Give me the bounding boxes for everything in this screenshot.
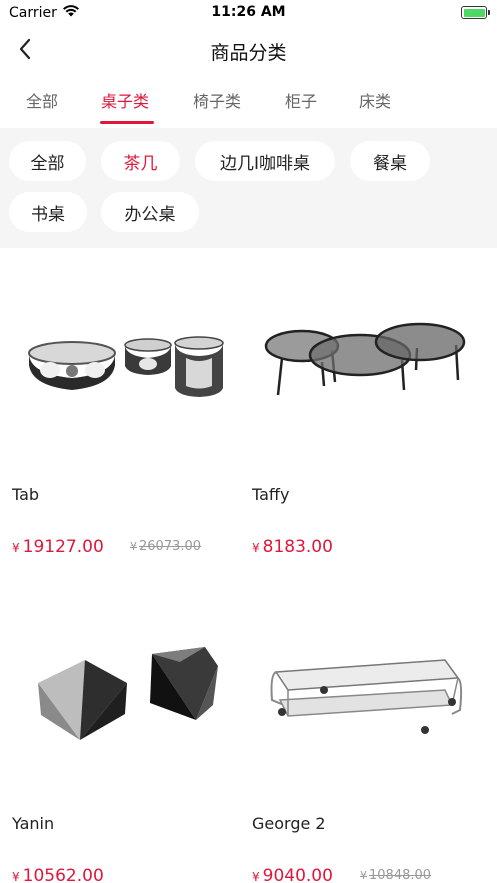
price-value: 19127.00 [22,537,104,557]
product-price: ¥19127.00 [12,537,104,557]
currency-symbol: ¥ [252,541,260,555]
product-name: George 2 [252,814,326,833]
active-tab-indicator [100,121,154,124]
price-value: 9040.00 [262,866,333,883]
status-time: 11:26 AM [211,4,286,20]
product-name: Taffy [252,485,290,504]
product-card-taffy[interactable]: Taffy ¥8183.00 [240,260,480,570]
currency-symbol: ¥ [130,540,137,553]
product-original-price: ¥26073.00 [130,539,201,554]
tab-beds[interactable]: 床类 [359,88,391,112]
page-title: 商品分类 [210,42,287,64]
price-value: 8183.00 [262,537,333,557]
currency-symbol: ¥ [360,869,367,882]
product-image [270,659,463,734]
original-price-value: 26073.00 [139,539,202,554]
product-name: Tab [12,485,40,504]
chip-office-desk[interactable]: 办公桌 [101,192,199,232]
currency-symbol: ¥ [12,870,20,883]
product-price: ¥10562.00 [12,866,104,883]
price-value: 10562.00 [22,866,104,883]
tab-cabinets[interactable]: 柜子 [285,88,317,112]
product-image [264,322,466,396]
product-image [28,336,224,397]
status-bar: Carrier 11:26 AM [0,0,497,26]
product-card-george-2[interactable]: George 2 ¥9040.00 ¥10848.00 [240,590,480,883]
tab-all[interactable]: 全部 [26,88,58,112]
chip-side-table[interactable]: 边几I咖啡桌 [195,141,335,181]
product-image [38,647,218,740]
chip-all[interactable]: 全部 [9,141,86,181]
original-price-value: 10848.00 [369,868,432,883]
currency-symbol: ¥ [12,541,20,555]
product-original-price: ¥10848.00 [360,868,431,883]
product-price: ¥9040.00 [252,866,333,883]
chip-coffee-table[interactable]: 茶几 [101,141,180,181]
tab-chairs[interactable]: 椅子类 [193,88,241,112]
product-price: ¥8183.00 [252,537,333,557]
chip-desk[interactable]: 书桌 [9,192,87,232]
chip-dining-table[interactable]: 餐桌 [350,141,430,181]
navigation-bar: 商品分类 [0,26,497,76]
product-card-yanin[interactable]: Yanin ¥10562.00 [0,590,240,883]
category-tabs: 全部 桌子类 椅子类 柜子 床类 [0,76,497,128]
product-name: Yanin [12,814,55,833]
subcategory-panel: 全部 茶几 边几I咖啡桌 餐桌 书桌 办公桌 [0,128,497,248]
tab-tables[interactable]: 桌子类 [101,88,149,112]
battery-icon [461,6,490,19]
currency-symbol: ¥ [252,870,260,883]
product-card-tab[interactable]: Tab ¥19127.00 ¥26073.00 [0,260,240,570]
